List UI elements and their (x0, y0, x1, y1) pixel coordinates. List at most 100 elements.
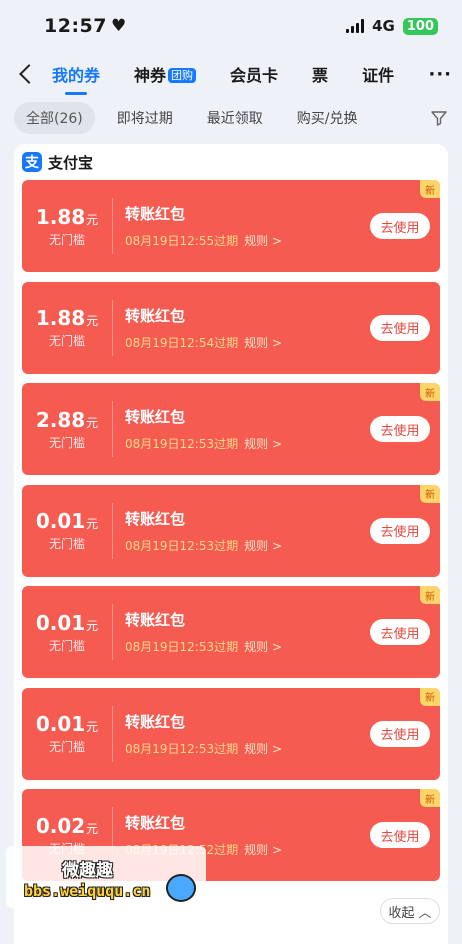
panel-title: 支付宝 (48, 153, 94, 172)
coupon-info: 转账红包 08月19日12:53过期 规则 > (113, 711, 370, 757)
coupon-condition: 无门槛 (48, 232, 85, 247)
coupon-card[interactable]: 0.01元 无门槛 转账红包 08月19日12:53过期 规则 > 去使用新 (22, 484, 440, 577)
coupon-card[interactable]: 1.88元 无门槛 转账红包 08月19日12:54过期 规则 > 去使用 (22, 281, 440, 374)
coupon-unit: 元 (86, 212, 99, 227)
coupon-unit: 元 (86, 720, 99, 734)
coupon-rule-link[interactable]: 规则 > (244, 640, 282, 654)
coupon-name: 转账红包 (125, 306, 186, 325)
coupon-name: 转账红包 (125, 611, 186, 629)
collapse-button[interactable]: 收起 ︿ (380, 898, 440, 924)
coupon-info: 转账红包 08月19日12:54过期 规则 > (113, 305, 370, 351)
tab-my-coupons[interactable]: 我的券 (52, 62, 100, 86)
coupon-unit: 元 (86, 821, 99, 836)
tab-tickets[interactable]: 票 (312, 62, 328, 86)
coupon-expire-text: 08月19日12:55过期 (125, 234, 239, 248)
use-coupon-button[interactable]: 去使用 (370, 416, 430, 442)
new-badge: 新 (420, 484, 440, 503)
tab-member-card[interactable]: 会员卡 (230, 62, 278, 86)
filter-all[interactable]: 全部(26) (14, 102, 95, 134)
coupon-expire-text: 08月19日12:53过期 (125, 538, 239, 553)
watermark-title: 微趣趣 (62, 861, 113, 881)
coupon-rule-link[interactable]: 规则 > (244, 437, 282, 451)
coupon-name: 转账红包 (125, 408, 186, 426)
group-buy-badge: 团购 (168, 68, 197, 83)
coupon-card[interactable]: 0.01元 无门槛 转账红包 08月19日12:53过期 规则 > 去使用新 (22, 687, 440, 780)
use-coupon-button[interactable]: 去使用 (370, 822, 430, 848)
coupon-info: 转账红包 08月19日12:53过期 规则 > (113, 406, 370, 452)
coupon-amount-number: 1.88 (35, 204, 86, 229)
clock: 12:57 (44, 15, 107, 37)
watermark-url: bbs.weiququ.cn (24, 882, 151, 900)
coupon-rule-link[interactable]: 规则 > (244, 336, 282, 350)
coupon-expire: 08月19日12:53过期 规则 > (125, 638, 370, 655)
tab-ids[interactable]: 证件 (362, 62, 394, 86)
signal-icon (346, 19, 365, 33)
filter-purchased[interactable]: 购买/兑换 (285, 102, 370, 134)
use-coupon-button[interactable]: 去使用 (370, 213, 430, 239)
use-coupon-button[interactable]: 去使用 (370, 517, 430, 544)
coupon-amount: 0.01元 (22, 712, 112, 736)
coupon-rule-link[interactable]: 规则 > (244, 742, 282, 756)
new-badge: 新 (420, 789, 440, 807)
coupon-value: 0.01元 无门槛 (22, 509, 112, 552)
coupon-condition: 无门槛 (48, 638, 85, 653)
coupon-expire-text: 08月19日12:53过期 (125, 741, 239, 756)
new-badge: 新 (420, 586, 440, 604)
coupon-card[interactable]: 2.88元 无门槛 转账红包 08月19日12:53过期 规则 > 去使用新 (22, 383, 440, 475)
use-coupon-button[interactable]: 去使用 (370, 314, 430, 341)
coupon-unit: 元 (86, 415, 99, 430)
coupon-condition: 无门槛 (48, 537, 85, 551)
coupon-expire-text: 08月19日12:53过期 (125, 640, 239, 654)
coupon-name: 转账红包 (125, 814, 186, 832)
coupon-card[interactable]: 0.01元 无门槛 转账红包 08月19日12:53过期 规则 > 去使用新 (22, 586, 440, 678)
coupon-amount-number: 0.01 (35, 509, 86, 533)
coupon-condition: 无门槛 (48, 334, 85, 348)
coupon-amount: 0.01元 (22, 611, 112, 635)
coupon-expire: 08月19日12:54过期 规则 > (125, 334, 370, 351)
coupon-value: 0.01元无门槛 (22, 611, 112, 654)
filter-row: 全部(26) 即将过期 最近领取 购买/兑换 (0, 96, 462, 140)
collapse-label: 收起 (388, 905, 415, 921)
back-icon[interactable] (16, 64, 36, 84)
coupon-amount: 2.88元 (22, 408, 112, 432)
coupon-condition: 无门槛 (48, 740, 85, 754)
coupon-expire: 08月19日12:53过期 规则 > (125, 435, 370, 452)
coupon-amount: 0.01元 (22, 509, 112, 533)
coupon-expire: 08月19日12:53过期 规则 > (125, 740, 370, 757)
more-icon[interactable]: ··· (428, 64, 452, 85)
coupon-rule-link[interactable]: 规则 > (244, 234, 282, 248)
panel-header: 支 支付宝 (14, 144, 448, 180)
coupon-rule-link[interactable]: 规则 > (244, 539, 282, 553)
coupon-condition: 无门槛 (48, 435, 85, 450)
coupon-value: 1.88元 无门槛 (22, 306, 112, 349)
new-badge: 新 (420, 687, 440, 706)
use-coupon-button[interactable]: 去使用 (370, 720, 430, 747)
filter-expiring[interactable]: 即将过期 (105, 102, 185, 134)
coupon-amount-number: 1.88 (35, 306, 86, 330)
filter-recent[interactable]: 最近领取 (195, 102, 275, 134)
coupon-expire-text: 08月19日12:53过期 (125, 437, 239, 451)
coupon-value: 1.88元 无门槛 (22, 205, 112, 248)
chevron-up-icon: ︿ (418, 905, 432, 921)
coupon-card[interactable]: 1.88元 无门槛 转账红包 08月19日12:55过期 规则 > 去使用新 (22, 180, 440, 272)
coupon-unit: 元 (86, 517, 99, 531)
watermark: 微趣趣 bbs.weiququ.cn (6, 846, 206, 908)
coupon-amount-number: 0.01 (35, 712, 86, 736)
coupon-amount-number: 0.02 (35, 813, 86, 838)
network-label: 4G (372, 17, 395, 35)
coupon-amount: 1.88元 (22, 306, 112, 330)
watermark-mascot-icon (166, 874, 196, 902)
coupon-info: 转账红包 08月19日12:55过期 规则 > (113, 203, 370, 249)
tab-super-coupons[interactable]: 神券 团购 (134, 62, 197, 86)
coupon-unit: 元 (86, 314, 99, 328)
use-coupon-button[interactable]: 去使用 (370, 619, 430, 645)
coupon-amount-number: 2.88 (35, 407, 86, 432)
coupon-value: 0.01元 无门槛 (22, 712, 112, 755)
coupon-rule-link[interactable]: 规则 > (244, 843, 282, 857)
tab-super-coupons-label: 神券 (134, 66, 167, 85)
heart-icon: ♥ (110, 16, 127, 36)
coupon-expire: 08月19日12:55过期 规则 > (125, 232, 370, 249)
new-badge: 新 (420, 383, 440, 401)
coupon-name: 转账红包 (125, 509, 186, 528)
filter-icon[interactable] (430, 109, 448, 127)
